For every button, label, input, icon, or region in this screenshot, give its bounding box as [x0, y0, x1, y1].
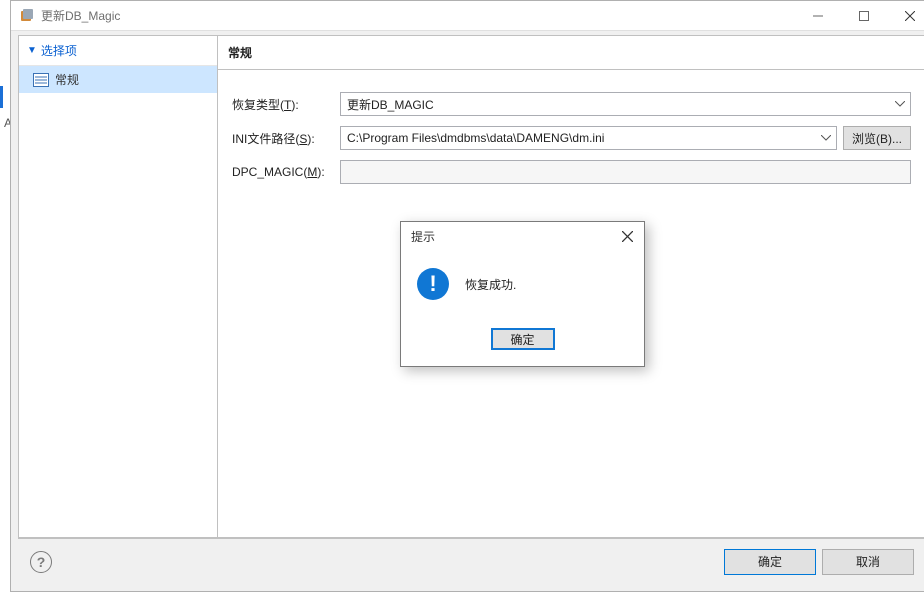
ok-button[interactable]: 确定	[724, 549, 816, 575]
dialog-title: 提示	[411, 228, 610, 245]
dialog-titlebar: 提示	[401, 222, 644, 250]
maximize-button[interactable]	[841, 1, 887, 30]
panel-title: 常规	[218, 36, 924, 70]
sidebar: ▼ 选择项 常规	[19, 36, 218, 537]
minimize-button[interactable]	[795, 1, 841, 30]
cancel-button[interactable]: 取消	[822, 549, 914, 575]
ini-path-label: INI文件路径(S):	[232, 130, 340, 147]
recover-type-combo[interactable]: 更新DB_MAGIC	[340, 92, 911, 116]
recover-type-label: 恢复类型(T):	[232, 96, 340, 113]
dialog-close-button[interactable]	[610, 222, 644, 250]
main-window: 更新DB_Magic ▼ 选择项	[10, 0, 924, 592]
collapse-arrow-icon: ▼	[27, 45, 37, 56]
message-dialog: 提示 ! 恢复成功. 确定	[400, 221, 645, 367]
info-icon: !	[417, 268, 449, 300]
app-icon	[19, 8, 35, 24]
dpc-magic-label: DPC_MAGIC(M):	[232, 165, 340, 179]
sidebar-item-label: 常规	[55, 71, 79, 88]
footer: ? 确定 取消	[18, 538, 924, 584]
close-button[interactable]	[887, 1, 924, 30]
browse-button[interactable]: 浏览(B)...	[843, 126, 911, 150]
dialog-ok-button[interactable]: 确定	[491, 328, 555, 350]
ini-path-combo[interactable]: C:\Program Files\dmdbms\data\DAMENG\dm.i…	[340, 126, 837, 150]
dialog-message: 恢复成功.	[465, 276, 516, 293]
sidebar-section-header[interactable]: ▼ 选择项	[19, 36, 217, 66]
help-icon[interactable]: ?	[30, 551, 52, 573]
dpc-magic-input[interactable]	[340, 160, 911, 184]
sidebar-section-title: 选择项	[41, 42, 77, 59]
form-icon	[33, 73, 49, 87]
window-title: 更新DB_Magic	[41, 7, 795, 24]
sidebar-item-general[interactable]: 常规	[19, 66, 217, 93]
titlebar: 更新DB_Magic	[11, 1, 924, 31]
